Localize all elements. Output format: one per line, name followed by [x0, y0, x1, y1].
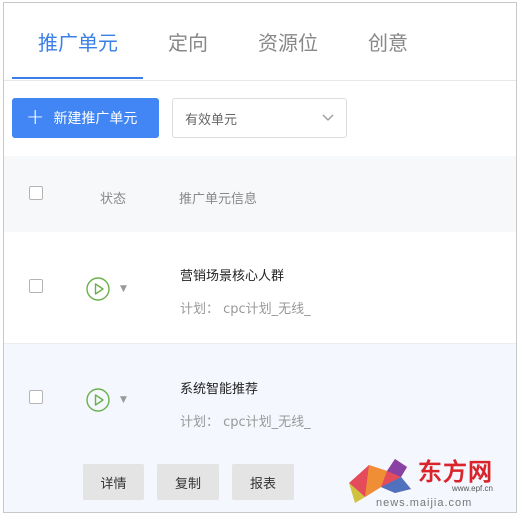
- details-button[interactable]: 详情: [83, 464, 144, 500]
- watermark-url-small: www.epf.cn: [452, 484, 493, 493]
- row-checkbox[interactable]: [29, 279, 43, 293]
- table-header: 状态 推广单元信息: [4, 156, 516, 232]
- play-icon[interactable]: [86, 388, 110, 412]
- new-unit-button-label: 新建推广单元: [53, 111, 138, 127]
- play-icon[interactable]: [86, 277, 110, 301]
- tab-targeting[interactable]: 定向: [168, 27, 208, 56]
- unit-plan: 计划： cpc计划_无线_: [180, 302, 311, 317]
- chevron-down-icon: [322, 114, 334, 121]
- plus-icon: +: [26, 105, 45, 130]
- watermark-text: 东方网: [418, 457, 493, 486]
- tab-bar: 推广单元 定向 资源位 创意: [4, 3, 516, 81]
- status-dropdown-caret-icon[interactable]: ▼: [120, 395, 127, 405]
- unit-plan: 计划： cpc计划_无线_: [180, 415, 311, 430]
- watermark-url: news.maijia.com: [376, 497, 473, 509]
- active-tab-indicator: [12, 77, 143, 79]
- select-all-checkbox[interactable]: [29, 186, 43, 200]
- new-unit-button[interactable]: + 新建推广单元: [12, 98, 159, 138]
- tab-resource[interactable]: 资源位: [258, 27, 318, 56]
- copy-button[interactable]: 复制: [157, 464, 219, 500]
- app-frame: 推广单元 定向 资源位 创意 + 新建推广单元 有效单元 状态 推广单元信息 ▼…: [3, 2, 517, 513]
- unit-filter-select[interactable]: 有效单元: [172, 98, 347, 138]
- unit-filter-value: 有效单元: [185, 112, 238, 128]
- table-row: ▼ 营销场景核心人群 计划： cpc计划_无线_: [4, 232, 516, 344]
- unit-name[interactable]: 营销场景核心人群: [180, 265, 284, 284]
- report-button[interactable]: 报表: [232, 464, 294, 500]
- row-checkbox[interactable]: [29, 390, 43, 404]
- status-column-header: 状态: [100, 192, 127, 207]
- status-dropdown-caret-icon[interactable]: ▼: [120, 284, 127, 294]
- unit-name[interactable]: 系统智能推荐: [180, 378, 258, 397]
- tab-unit[interactable]: 推广单元: [38, 27, 118, 56]
- tab-creative[interactable]: 创意: [368, 27, 408, 56]
- info-column-header: 推广单元信息: [179, 192, 258, 207]
